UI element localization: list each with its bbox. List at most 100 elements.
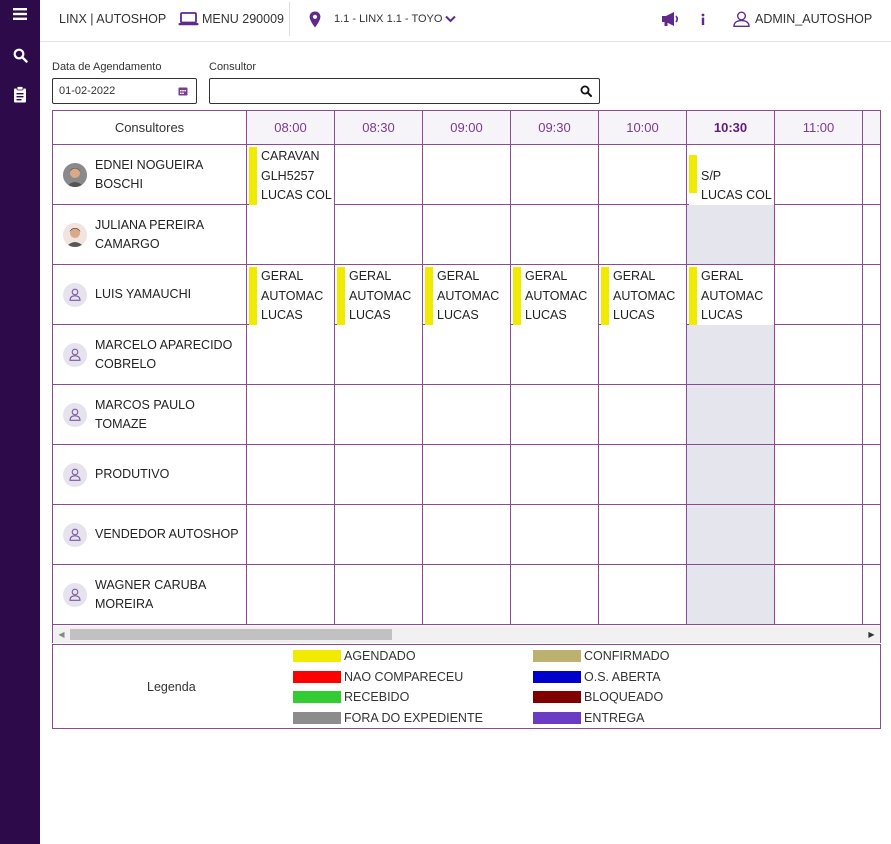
clipboard-button[interactable] bbox=[8, 82, 32, 106]
appointment-text: GERAL AUTOMAC LUCAS bbox=[697, 267, 763, 325]
appointment-card[interactable]: GERAL AUTOMAC LUCAS bbox=[513, 267, 598, 325]
schedule-slot[interactable] bbox=[511, 145, 599, 205]
schedule-slot[interactable] bbox=[599, 385, 687, 445]
consultant-row-header[interactable]: JULIANA PEREIRA CAMARGO bbox=[53, 205, 247, 265]
schedule-slot[interactable] bbox=[423, 325, 511, 385]
appointment-card[interactable]: GERAL AUTOMAC LUCAS bbox=[689, 267, 774, 325]
schedule-slot[interactable] bbox=[599, 445, 687, 505]
legend-item: NAO COMPARECEU bbox=[293, 669, 463, 685]
schedule-slot[interactable] bbox=[335, 505, 423, 565]
schedule-slot[interactable] bbox=[599, 505, 687, 565]
schedule-slot[interactable] bbox=[423, 445, 511, 505]
schedule-slot[interactable] bbox=[335, 205, 423, 265]
schedule-slot[interactable] bbox=[423, 385, 511, 445]
schedule-slot[interactable] bbox=[687, 445, 775, 505]
schedule-slot[interactable] bbox=[511, 205, 599, 265]
schedule-slot[interactable]: GERAL AUTOMAC LUCAS bbox=[599, 265, 687, 325]
appointment-card[interactable]: GERAL AUTOMAC LUCAS bbox=[601, 267, 686, 325]
schedule-slot[interactable] bbox=[863, 505, 880, 565]
horizontal-scrollbar[interactable]: ◀ ▶ bbox=[52, 626, 881, 643]
date-input[interactable]: 01-02-2022 bbox=[52, 78, 197, 104]
search-icon[interactable] bbox=[580, 85, 592, 97]
schedule-slot[interactable]: GERAL AUTOMAC LUCAS bbox=[247, 265, 335, 325]
scroll-right-arrow[interactable]: ▶ bbox=[863, 626, 880, 643]
schedule-slot[interactable] bbox=[511, 445, 599, 505]
consultant-row-header[interactable]: LUIS YAMAUCHI bbox=[53, 265, 247, 325]
schedule-slot[interactable] bbox=[335, 445, 423, 505]
appointment-card[interactable]: CARAVAN GLH5257 LUCAS COL bbox=[249, 147, 334, 205]
schedule-slot[interactable] bbox=[247, 565, 335, 625]
schedule-slot[interactable] bbox=[599, 145, 687, 205]
appointment-card[interactable]: GERAL AUTOMAC LUCAS bbox=[249, 267, 334, 325]
schedule-slot[interactable] bbox=[863, 145, 880, 205]
consultant-row-header[interactable]: WAGNER CARUBA MOREIRA bbox=[53, 565, 247, 625]
schedule-slot[interactable] bbox=[247, 505, 335, 565]
consultant-search-input[interactable] bbox=[209, 78, 600, 104]
schedule-slot[interactable] bbox=[247, 445, 335, 505]
schedule-slot[interactable] bbox=[687, 565, 775, 625]
consultant-row-header[interactable]: EDNEI NOGUEIRA BOSCHI bbox=[53, 145, 247, 205]
schedule-slot[interactable] bbox=[775, 325, 863, 385]
schedule-slot[interactable] bbox=[775, 385, 863, 445]
menu-code[interactable]: MENU 290009 bbox=[178, 0, 284, 38]
info-button[interactable] bbox=[700, 0, 706, 38]
schedule-slot[interactable] bbox=[511, 385, 599, 445]
schedule-slot[interactable] bbox=[247, 325, 335, 385]
consultant-row-header[interactable]: VENDEDOR AUTOSHOP bbox=[53, 505, 247, 565]
schedule-slot[interactable] bbox=[775, 145, 863, 205]
schedule-slot[interactable] bbox=[247, 385, 335, 445]
schedule-slot[interactable] bbox=[687, 505, 775, 565]
schedule-slot[interactable] bbox=[775, 205, 863, 265]
scroll-left-arrow[interactable]: ◀ bbox=[53, 626, 70, 643]
schedule-slot[interactable] bbox=[599, 325, 687, 385]
schedule-slot[interactable] bbox=[423, 145, 511, 205]
schedule-slot[interactable]: GERAL AUTOMAC LUCAS bbox=[335, 265, 423, 325]
schedule-slot[interactable] bbox=[775, 445, 863, 505]
appointment-card[interactable]: S/P LUCAS COL bbox=[689, 147, 774, 205]
schedule-slot[interactable] bbox=[863, 325, 880, 385]
consultant-row-header[interactable]: MARCOS PAULO TOMAZE bbox=[53, 385, 247, 445]
schedule-slot[interactable] bbox=[775, 265, 863, 325]
schedule-slot[interactable] bbox=[863, 205, 880, 265]
schedule-slot[interactable] bbox=[335, 385, 423, 445]
schedule-slot[interactable] bbox=[335, 325, 423, 385]
consultant-row-header[interactable]: PRODUTIVO bbox=[53, 445, 247, 505]
schedule-slot[interactable]: GERAL AUTOMAC LUCAS bbox=[423, 265, 511, 325]
announcements-button[interactable] bbox=[661, 0, 681, 38]
schedule-slot[interactable]: GERAL AUTOMAC LUCAS bbox=[687, 265, 775, 325]
menu-button[interactable] bbox=[8, 2, 32, 26]
schedule-slot[interactable] bbox=[423, 505, 511, 565]
schedule-slot[interactable] bbox=[863, 565, 880, 625]
appointment-card[interactable]: GERAL AUTOMAC LUCAS bbox=[425, 267, 510, 325]
location-selector[interactable]: 1.1 - LINX 1.1 - TOYO bbox=[309, 0, 457, 38]
schedule-slot[interactable] bbox=[335, 565, 423, 625]
schedule-slot[interactable] bbox=[511, 325, 599, 385]
schedule-slot[interactable]: GERAL AUTOMAC LUCAS bbox=[511, 265, 599, 325]
calendar-icon[interactable] bbox=[178, 86, 188, 96]
schedule-slot[interactable] bbox=[599, 205, 687, 265]
schedule-slot[interactable] bbox=[775, 565, 863, 625]
schedule-slot[interactable] bbox=[863, 385, 880, 445]
schedule-slot[interactable] bbox=[863, 445, 880, 505]
schedule-slot[interactable] bbox=[247, 205, 335, 265]
schedule-slot[interactable] bbox=[687, 205, 775, 265]
schedule-slot[interactable]: S/P LUCAS COL bbox=[687, 145, 775, 205]
user-menu[interactable]: ADMIN_AUTOSHOP bbox=[733, 0, 872, 38]
schedule-slot[interactable] bbox=[775, 505, 863, 565]
schedule-slot[interactable] bbox=[687, 385, 775, 445]
megaphone-icon bbox=[662, 12, 679, 26]
schedule-slot[interactable] bbox=[599, 565, 687, 625]
scroll-thumb[interactable] bbox=[70, 629, 392, 640]
schedule-slot[interactable] bbox=[511, 505, 599, 565]
schedule-slot[interactable] bbox=[863, 265, 880, 325]
appointment-card[interactable]: GERAL AUTOMAC LUCAS bbox=[337, 267, 422, 325]
schedule-slot[interactable]: CARAVAN GLH5257 LUCAS COL bbox=[247, 145, 335, 205]
schedule-slot[interactable] bbox=[335, 145, 423, 205]
schedule-slot[interactable] bbox=[423, 205, 511, 265]
schedule-slot[interactable] bbox=[423, 565, 511, 625]
search-button[interactable] bbox=[8, 43, 32, 67]
schedule-slot[interactable] bbox=[687, 325, 775, 385]
schedule-slot[interactable] bbox=[511, 565, 599, 625]
app-title[interactable]: LINX | AUTOSHOP bbox=[59, 0, 166, 38]
consultant-row-header[interactable]: MARCELO APARECIDO COBRELO bbox=[53, 325, 247, 385]
